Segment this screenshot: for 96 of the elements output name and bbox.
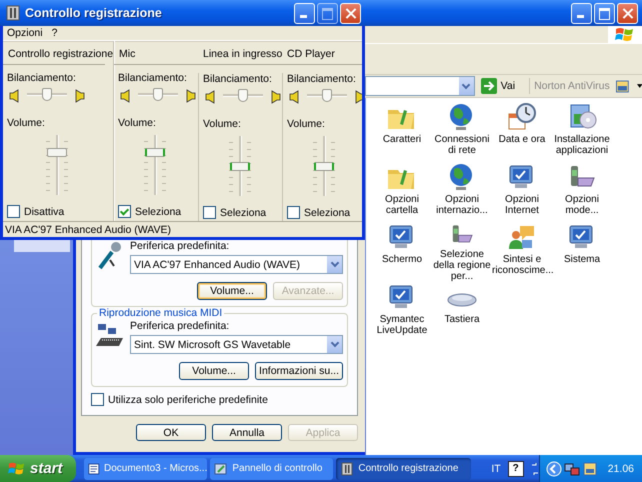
volume-label: Volume: [287, 118, 326, 130]
dialog-button[interactable]: Informazioni su... [255, 362, 343, 380]
speaker-icon [271, 90, 281, 104]
taskbar-button[interactable]: Pannello di controllo [210, 458, 334, 480]
panel-icon [214, 462, 228, 476]
control-panel-item[interactable]: Opzioni internazio... [432, 194, 492, 216]
close-button[interactable] [340, 2, 361, 24]
maximize-button[interactable] [317, 2, 338, 24]
toolbar-label: Norton AntiVirus [534, 80, 610, 92]
arrow-icon [480, 78, 497, 94]
dialog-button[interactable]: Volume... [197, 282, 267, 300]
dropdown-button[interactable] [327, 256, 342, 273]
speaker-icon [186, 89, 196, 103]
window-icon[interactable] [616, 80, 629, 92]
start-button[interactable]: start [0, 455, 76, 482]
checkbox-label: Seleziona [220, 206, 266, 218]
checkbox[interactable] [287, 206, 300, 219]
device-dropdown[interactable]: Sint. SW Microsoft GS Wavetable [130, 335, 343, 354]
speaker-icon [289, 90, 299, 104]
slider-thumb[interactable] [230, 162, 250, 170]
checkbox[interactable] [91, 393, 104, 406]
field-label: Periferica predefinita: [130, 320, 230, 332]
document-icon [88, 462, 100, 476]
dialog-button[interactable]: Volume... [179, 362, 250, 380]
control-panel-item[interactable]: Data e ora [492, 134, 552, 145]
checkbox-label: Seleziona [304, 206, 350, 218]
clock[interactable]: 21.06 [608, 462, 634, 474]
control-panel-item[interactable]: Sistema [552, 254, 612, 265]
volume-label: Volume: [203, 118, 242, 130]
dialog-button[interactable]: OK [136, 424, 206, 441]
control-panel-item[interactable]: Installazione applicazioni [552, 134, 612, 156]
speaker-icon [75, 89, 85, 103]
checkbox-label: Disattiva [24, 206, 64, 218]
checkbox[interactable] [118, 205, 131, 218]
slider-thumb[interactable] [238, 89, 248, 102]
balance-label: Bilanciamento: [287, 73, 357, 85]
control-panel-item[interactable]: Selezione della regione per... [432, 249, 492, 282]
volume-label: Volume: [7, 117, 46, 129]
control-panel-item[interactable]: Caratteri [372, 134, 432, 145]
go-button[interactable]: Vai [478, 78, 530, 94]
control-panel-item[interactable]: Opzioni mode... [552, 194, 612, 216]
help-button[interactable]: ? [508, 460, 524, 476]
minimize-button[interactable] [571, 2, 592, 24]
slider-thumb[interactable] [314, 162, 334, 170]
balance-label: Bilanciamento: [7, 72, 77, 84]
windows-logo-icon [8, 460, 26, 476]
checkbox-label: Utilizza solo periferiche predefinite [108, 394, 268, 406]
arrows-icon[interactable] [530, 462, 539, 476]
clock-icon[interactable] [506, 102, 538, 132]
menu-item[interactable]: ? [52, 27, 58, 39]
slider-thumb[interactable] [42, 88, 52, 101]
address-field[interactable] [365, 76, 475, 96]
close-button[interactable] [617, 2, 638, 24]
speaker-icon [120, 89, 130, 103]
speaker-icon [9, 89, 19, 103]
status-text: VIA AC'97 Enhanced Audio (WAVE) [5, 224, 172, 236]
control-panel-item[interactable]: Symantec LiveUpdate [372, 314, 432, 336]
window-title: Controllo registrazione [25, 6, 163, 20]
dialog-button[interactable]: Annulla [212, 424, 282, 441]
control-panel-item[interactable]: Schermo [372, 254, 432, 265]
control-panel-item[interactable]: Tastiera [432, 314, 492, 325]
control-panel-item[interactable]: Opzioni cartella [372, 194, 432, 216]
speaker-icon [355, 90, 362, 104]
chevron-icon[interactable] [546, 460, 562, 476]
speaker-icon [205, 90, 215, 104]
windows-logo-icon [615, 26, 635, 44]
device-dropdown[interactable]: VIA AC'97 Enhanced Audio (WAVE) [130, 255, 343, 274]
menu-item[interactable]: Opzioni [7, 27, 43, 39]
slider-thumb[interactable] [145, 148, 165, 158]
network-icon[interactable] [564, 460, 580, 476]
dropdown-button[interactable] [458, 77, 474, 95]
control-panel-item[interactable]: Sintesi e riconoscime... [492, 254, 552, 276]
checkbox[interactable] [203, 206, 216, 219]
field-label: Periferica predefinita: [130, 240, 230, 252]
balance-label: Bilanciamento: [203, 73, 273, 85]
channel-name: Linea in ingresso [203, 48, 282, 60]
channel-name: Controllo registrazione [8, 48, 114, 60]
group-title: Riproduzione musica MIDI [97, 307, 224, 319]
language-indicator[interactable]: IT [491, 462, 501, 474]
channel-name: Mic [119, 48, 136, 60]
caret-icon[interactable] [636, 84, 642, 88]
volume-label: Volume: [118, 117, 157, 129]
channel-name: CD Player [287, 48, 335, 60]
slider-thumb[interactable] [153, 88, 163, 101]
dropdown-button[interactable] [327, 336, 342, 353]
control-panel-item[interactable]: Connessioni di rete [432, 134, 492, 156]
checkbox[interactable] [7, 205, 20, 218]
balance-label: Bilanciamento: [118, 72, 188, 84]
slider-thumb[interactable] [47, 148, 67, 158]
checkbox-label: Seleziona [135, 206, 182, 218]
maximize-button[interactable] [594, 2, 615, 24]
slider-thumb[interactable] [322, 89, 332, 102]
control-panel-item[interactable]: Opzioni Internet [492, 194, 552, 216]
taskbar-button[interactable]: Controllo registrazione [336, 458, 472, 480]
minimize-button[interactable] [294, 2, 315, 24]
taskbar-button[interactable]: Documento3 - Micros... [84, 458, 208, 480]
